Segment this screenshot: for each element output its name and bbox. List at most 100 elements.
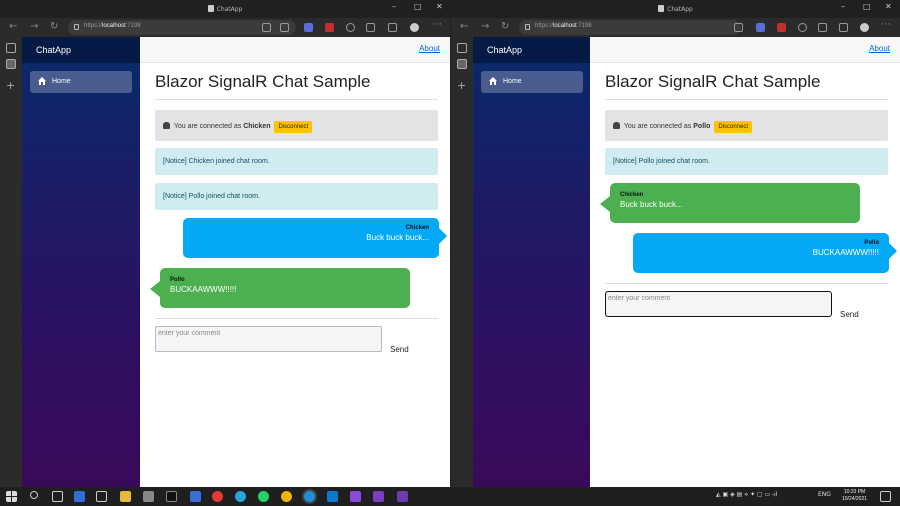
sidebar-item-home[interactable]: Home bbox=[30, 71, 132, 93]
message-text: BUCKAAWWW!!!!! bbox=[170, 285, 237, 294]
favorites-icon[interactable] bbox=[734, 23, 743, 32]
extension-icon[interactable] bbox=[325, 23, 334, 32]
tab-icon[interactable] bbox=[457, 59, 467, 69]
browser-window-left: ChatApp – □ ✕ ← → ↻ https://localhost:71… bbox=[0, 0, 450, 487]
notifications-icon[interactable] bbox=[880, 491, 891, 502]
whatsapp-icon[interactable] bbox=[258, 491, 269, 502]
page-title: Blazor SignalR Chat Sample bbox=[155, 72, 371, 91]
notice-message: [Notice] Chicken joined chat room. bbox=[155, 148, 438, 175]
telegram-icon[interactable] bbox=[235, 491, 246, 502]
notice-message: [Notice] Pollo joined chat room. bbox=[155, 183, 438, 210]
lock-icon bbox=[525, 24, 530, 30]
windows-start-icon[interactable] bbox=[6, 491, 17, 502]
comment-input[interactable]: enter your comment bbox=[155, 326, 382, 352]
refresh-icon[interactable]: ↻ bbox=[501, 21, 509, 32]
message-text: Buck buck buck... bbox=[366, 233, 429, 242]
chat-bubble-incoming: Pollo BUCKAAWWW!!!!! bbox=[150, 268, 410, 308]
forward-icon[interactable]: → bbox=[481, 21, 489, 32]
chat-bubble-outgoing: Pollo BUCKAAWWW!!!!! bbox=[633, 233, 897, 273]
message-sender: Chicken bbox=[405, 225, 429, 231]
maximize-icon[interactable]: □ bbox=[414, 2, 422, 11]
terminal-icon[interactable] bbox=[166, 491, 177, 502]
brand[interactable]: ChatApp bbox=[22, 37, 140, 63]
profile-avatar[interactable] bbox=[860, 23, 869, 32]
tab-icon[interactable] bbox=[6, 43, 16, 53]
extension-icon[interactable] bbox=[346, 23, 355, 32]
close-icon[interactable]: ✕ bbox=[885, 2, 892, 11]
favorites-icon[interactable] bbox=[818, 23, 827, 32]
app-icon[interactable] bbox=[190, 491, 201, 502]
vertical-tab-strip: + bbox=[451, 37, 473, 487]
sidebar-item-home[interactable]: Home bbox=[481, 71, 583, 93]
title-bar: ChatApp – □ ✕ bbox=[451, 0, 900, 18]
minimize-icon[interactable]: – bbox=[841, 2, 845, 11]
sidebar: ChatApp Home bbox=[473, 37, 591, 487]
send-button[interactable]: Send bbox=[840, 310, 859, 319]
comment-input[interactable]: enter your comment bbox=[605, 291, 832, 317]
about-link[interactable]: About bbox=[869, 44, 890, 53]
favorites-icon[interactable] bbox=[366, 23, 375, 32]
send-button[interactable]: Send bbox=[390, 345, 409, 354]
disconnect-button[interactable]: Disconnect bbox=[714, 121, 753, 133]
address-input[interactable]: https://localhost:7198 bbox=[519, 20, 741, 35]
visual-studio-icon[interactable] bbox=[350, 491, 361, 502]
tray-icons[interactable]: ◭ ▣ ◈ ▤ ⟡ ✦ ▢ ▭ ◃) bbox=[716, 491, 778, 499]
file-explorer-icon[interactable] bbox=[120, 491, 131, 502]
new-tab-icon[interactable]: + bbox=[457, 79, 466, 92]
connection-status: You are connected as Chicken Disconnect bbox=[155, 110, 438, 141]
refresh-icon[interactable]: ↻ bbox=[50, 21, 58, 32]
app-icon[interactable] bbox=[212, 491, 223, 502]
extension-icon[interactable] bbox=[798, 23, 807, 32]
notice-message: [Notice] Pollo joined chat room. bbox=[605, 148, 888, 175]
collections-icon[interactable] bbox=[388, 23, 397, 32]
main-content: About Blazor SignalR Chat Sample You are… bbox=[590, 37, 900, 487]
page-icon bbox=[207, 5, 214, 12]
username: Chicken bbox=[243, 123, 271, 130]
user-icon bbox=[163, 122, 170, 129]
clock[interactable]: 10:33 PM 10/24/2021 bbox=[842, 489, 867, 503]
forward-icon[interactable]: → bbox=[30, 21, 38, 32]
divider bbox=[155, 318, 438, 319]
chrome-icon[interactable] bbox=[281, 491, 292, 502]
user-icon bbox=[613, 122, 620, 129]
about-link[interactable]: About bbox=[419, 44, 440, 53]
app-icon[interactable] bbox=[74, 491, 85, 502]
visual-studio-icon[interactable] bbox=[373, 491, 384, 502]
username: Pollo bbox=[693, 123, 711, 130]
divider bbox=[155, 99, 438, 100]
minimize-icon[interactable]: – bbox=[392, 2, 396, 11]
edge-icon[interactable] bbox=[304, 491, 315, 502]
language-indicator[interactable]: ENG bbox=[818, 491, 831, 498]
title-bar: ChatApp – □ ✕ bbox=[0, 0, 450, 18]
disconnect-button[interactable]: Disconnect bbox=[274, 121, 313, 133]
read-aloud-icon[interactable] bbox=[262, 23, 271, 32]
page-title: Blazor SignalR Chat Sample bbox=[605, 72, 821, 91]
close-icon[interactable]: ✕ bbox=[436, 2, 443, 11]
app-icon[interactable] bbox=[397, 491, 408, 502]
extension-icon[interactable] bbox=[777, 23, 786, 32]
extension-icon[interactable] bbox=[304, 23, 313, 32]
more-icon[interactable]: ⋯ bbox=[432, 19, 442, 30]
extension-icon[interactable] bbox=[756, 23, 765, 32]
message-text: Buck buck buck... bbox=[620, 200, 683, 209]
back-icon[interactable]: ← bbox=[9, 21, 17, 32]
brand[interactable]: ChatApp bbox=[473, 37, 591, 63]
divider bbox=[605, 283, 888, 284]
app-icon[interactable] bbox=[143, 491, 154, 502]
vscode-icon[interactable] bbox=[327, 491, 338, 502]
tab-icon[interactable] bbox=[457, 43, 467, 53]
app-icon[interactable] bbox=[280, 23, 289, 32]
window-title: ChatApp bbox=[0, 5, 450, 13]
maximize-icon[interactable]: □ bbox=[863, 2, 871, 11]
search-icon[interactable] bbox=[30, 491, 38, 499]
tab-icon[interactable] bbox=[6, 59, 16, 69]
more-icon[interactable]: ⋯ bbox=[881, 19, 891, 30]
profile-avatar[interactable] bbox=[410, 23, 419, 32]
window-title: ChatApp bbox=[451, 5, 900, 13]
task-view-icon[interactable] bbox=[52, 491, 63, 502]
back-icon[interactable]: ← bbox=[460, 21, 468, 32]
collections-icon[interactable] bbox=[839, 23, 848, 32]
app-icon[interactable] bbox=[96, 491, 107, 502]
new-tab-icon[interactable]: + bbox=[6, 79, 15, 92]
connection-status: You are connected as Pollo Disconnect bbox=[605, 110, 888, 141]
